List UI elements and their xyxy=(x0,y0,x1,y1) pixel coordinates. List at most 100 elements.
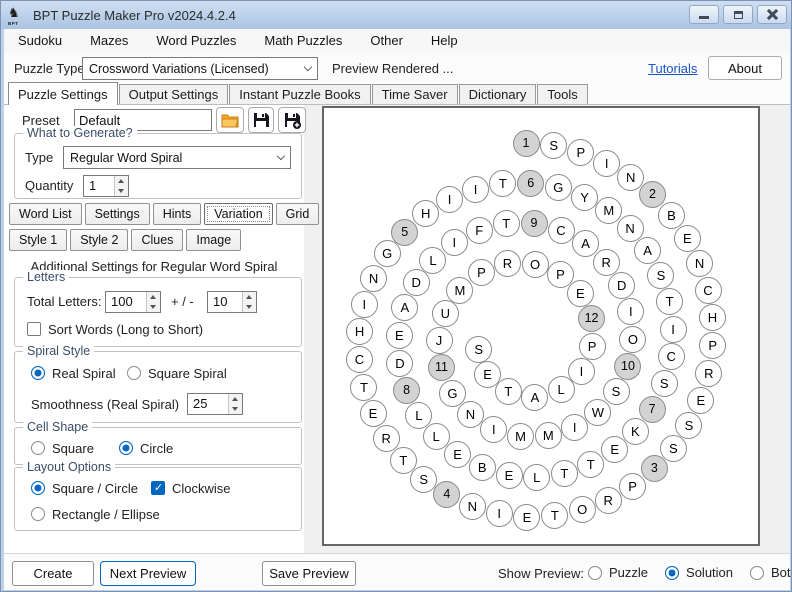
section-button-style-2[interactable]: Style 2 xyxy=(70,229,128,251)
menu-bar: SudokuMazesWord PuzzlesMath PuzzlesOther… xyxy=(4,29,790,53)
save-preset-as-button[interactable] xyxy=(278,107,306,133)
cell-circle-radio[interactable] xyxy=(119,441,133,455)
section-button-style-1[interactable]: Style 1 xyxy=(9,229,67,251)
square-spiral-radio[interactable] xyxy=(127,366,141,380)
menu-other[interactable]: Other xyxy=(356,29,417,53)
section-button-grid[interactable]: Grid xyxy=(276,203,320,225)
spiral-letter-cell: I xyxy=(441,229,468,256)
spiral-letter-cell: N xyxy=(360,265,387,292)
rectangle-ellipse-radio[interactable] xyxy=(31,507,45,521)
spiral-letter-cell: P xyxy=(699,332,726,359)
rectangle-ellipse-label: Rectangle / Ellipse xyxy=(52,507,160,522)
section-button-clues[interactable]: Clues xyxy=(131,229,183,251)
create-button[interactable]: Create xyxy=(12,561,94,586)
spiral-letter-cell: T xyxy=(656,288,683,315)
spin-down-icon[interactable] xyxy=(229,404,242,414)
spiral-letter-cell: P xyxy=(579,333,606,360)
section-button-image[interactable]: Image xyxy=(186,229,241,251)
spin-up-icon[interactable] xyxy=(243,292,256,302)
spiral-letter-cell: B xyxy=(658,202,685,229)
preview-status-text: Preview Rendered ... xyxy=(332,61,453,76)
square-circle-radio[interactable] xyxy=(31,481,45,495)
plus-minus-stepper[interactable]: 10 xyxy=(207,291,257,313)
content-area: Preset What to Generate? Type Regular Wo… xyxy=(4,105,790,553)
show-puzzle-radio[interactable] xyxy=(588,566,602,580)
real-spiral-radio[interactable] xyxy=(31,366,45,380)
show-solution-radio[interactable] xyxy=(665,566,679,580)
save-as-icon xyxy=(284,112,301,129)
quantity-stepper[interactable]: 1 xyxy=(83,175,129,197)
spin-down-icon[interactable] xyxy=(147,302,160,312)
app-window: ♞ BPT BPT Puzzle Maker Pro v2024.4.2.4 S… xyxy=(0,0,792,592)
menu-help[interactable]: Help xyxy=(417,29,472,53)
minimize-button[interactable] xyxy=(689,5,719,24)
section-buttons-row1: Word ListSettingsHintsVariationGrid xyxy=(9,203,319,225)
spiral-letter-cell: E xyxy=(567,280,594,307)
section-button-word-list[interactable]: Word List xyxy=(9,203,82,225)
spiral-letter-cell: R xyxy=(695,360,722,387)
spiral-letter-cell: S xyxy=(651,370,678,397)
spin-up-icon[interactable] xyxy=(229,394,242,404)
tab-tools[interactable]: Tools xyxy=(537,84,587,104)
type-select[interactable]: Regular Word Spiral xyxy=(63,146,291,169)
spiral-letter-cell: L xyxy=(548,376,575,403)
save-preset-button[interactable] xyxy=(248,107,274,133)
spiral-number-cell-12: 12 xyxy=(578,305,605,332)
spiral-letter-cell: S xyxy=(540,132,567,159)
puzzle-type-select[interactable]: Crossword Variations (Licensed) xyxy=(82,57,318,80)
spiral-letter-cell: A xyxy=(521,384,548,411)
type-label: Type xyxy=(25,150,53,165)
main-tabs: Puzzle SettingsOutput SettingsInstant Pu… xyxy=(4,83,790,105)
restore-button[interactable] xyxy=(723,5,753,24)
spiral-letter-cell: U xyxy=(432,300,459,327)
spiral-letter-cell: I xyxy=(561,414,588,441)
spiral-letter-cell: K xyxy=(622,418,649,445)
spiral-letter-cell: A xyxy=(572,230,599,257)
save-preview-button[interactable]: Save Preview xyxy=(262,561,356,586)
title-bar: ♞ BPT BPT Puzzle Maker Pro v2024.4.2.4 xyxy=(1,1,792,29)
spiral-letter-cell: F xyxy=(466,217,493,244)
spin-down-icon[interactable] xyxy=(115,186,128,196)
tab-dictionary[interactable]: Dictionary xyxy=(459,84,537,104)
about-button[interactable]: About xyxy=(708,56,782,80)
spiral-letter-cell: H xyxy=(699,304,726,331)
spiral-letter-cell: S xyxy=(410,466,437,493)
spiral-number-cell-9: 9 xyxy=(521,210,548,237)
spiral-letter-cell: M xyxy=(446,277,473,304)
spin-down-icon[interactable] xyxy=(243,302,256,312)
tab-instant-puzzle-books[interactable]: Instant Puzzle Books xyxy=(229,84,370,104)
puzzle-type-value: Crossword Variations (Licensed) xyxy=(83,62,299,76)
type-value: Regular Word Spiral xyxy=(64,151,272,165)
spiral-letter-cell: R xyxy=(373,425,400,452)
spiral-letter-cell: B xyxy=(469,454,496,481)
spiral-letter-cell: P xyxy=(567,139,594,166)
cell-shape-legend: Cell Shape xyxy=(23,420,92,434)
close-button[interactable] xyxy=(757,5,787,24)
tab-time-saver[interactable]: Time Saver xyxy=(372,84,458,104)
show-both-radio[interactable] xyxy=(750,566,764,580)
tab-puzzle-settings[interactable]: Puzzle Settings xyxy=(8,82,118,105)
cell-square-radio[interactable] xyxy=(31,441,45,455)
menu-word-puzzles[interactable]: Word Puzzles xyxy=(142,29,250,53)
menu-math-puzzles[interactable]: Math Puzzles xyxy=(250,29,356,53)
section-button-hints[interactable]: Hints xyxy=(153,203,201,225)
square-spiral-label: Square Spiral xyxy=(148,366,227,381)
tutorials-link[interactable]: Tutorials xyxy=(648,61,697,76)
spiral-letter-cell: P xyxy=(468,259,495,286)
open-preset-button[interactable] xyxy=(216,107,244,133)
spiral-letter-cell: E xyxy=(513,504,540,531)
section-button-settings[interactable]: Settings xyxy=(85,203,150,225)
menu-sudoku[interactable]: Sudoku xyxy=(4,29,76,53)
next-preview-button[interactable]: Next Preview xyxy=(100,561,196,586)
sort-words-checkbox[interactable] xyxy=(27,322,41,336)
spiral-style-legend: Spiral Style xyxy=(23,344,94,358)
tab-output-settings[interactable]: Output Settings xyxy=(119,84,229,104)
spin-up-icon[interactable] xyxy=(147,292,160,302)
total-letters-stepper[interactable]: 100 xyxy=(105,291,161,313)
menu-mazes[interactable]: Mazes xyxy=(76,29,142,53)
section-button-variation[interactable]: Variation xyxy=(204,203,272,225)
spin-up-icon[interactable] xyxy=(115,176,128,186)
clockwise-checkbox[interactable] xyxy=(151,481,165,495)
smoothness-stepper[interactable]: 25 xyxy=(187,393,243,415)
spiral-number-cell-1: 1 xyxy=(513,130,540,157)
